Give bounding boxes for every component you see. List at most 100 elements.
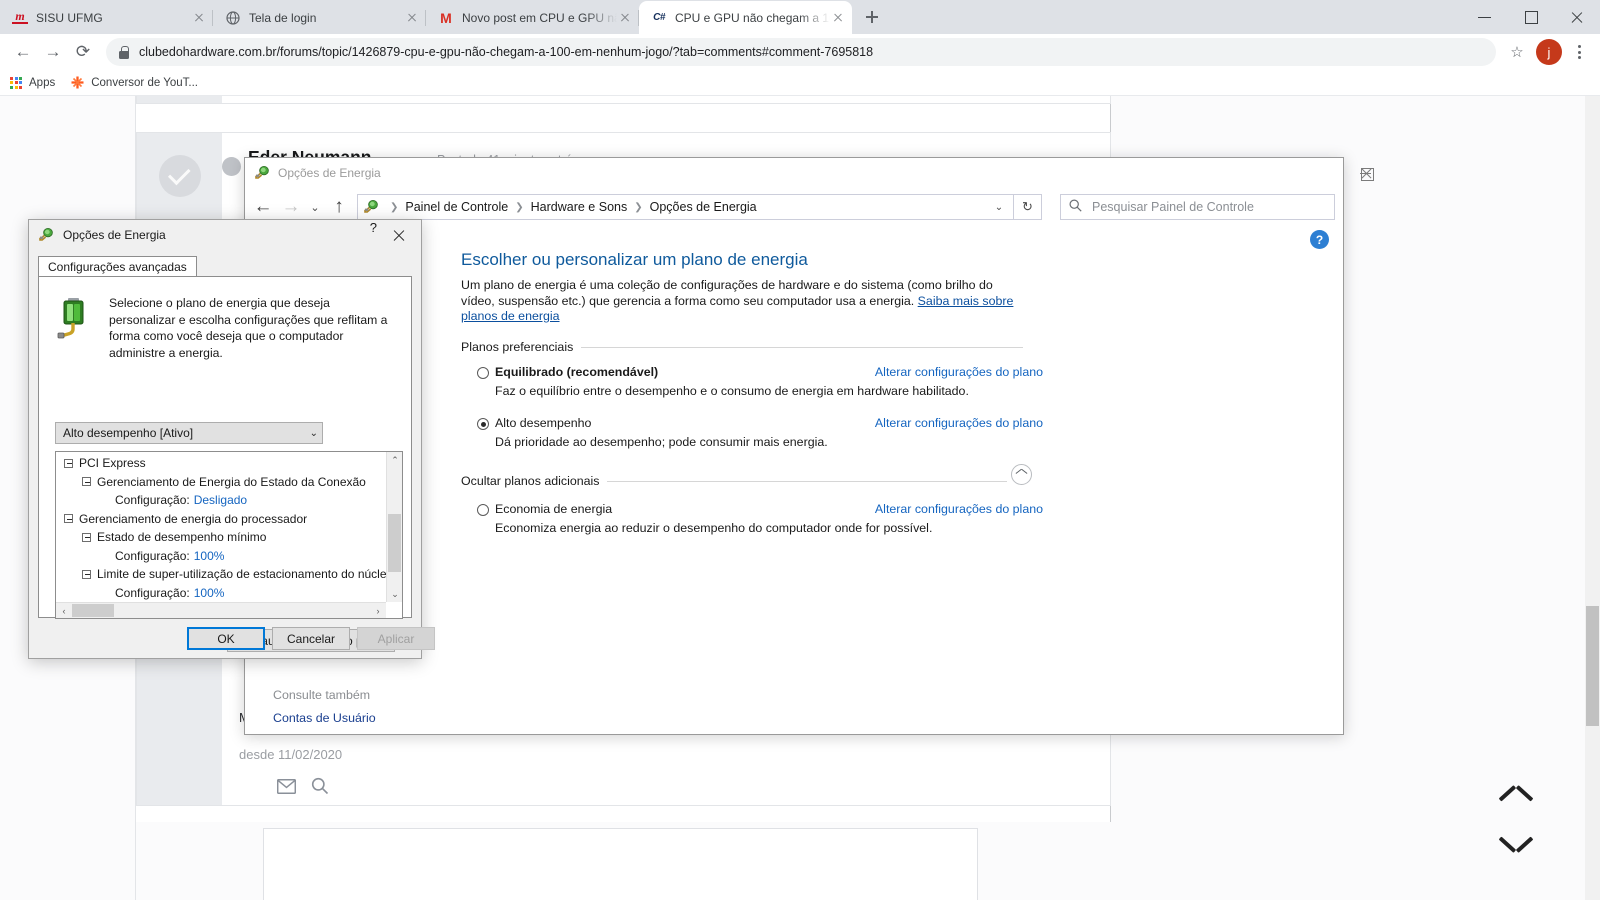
chevron-up-icon[interactable] bbox=[1500, 796, 1532, 812]
chrome-menu-icon[interactable] bbox=[1566, 45, 1592, 59]
chevron-down-icon: ⌄ bbox=[309, 427, 318, 439]
tab-strip: m SISU UFMG Tela de login M Novo post em… bbox=[0, 0, 1600, 34]
help-icon[interactable]: ? bbox=[370, 220, 377, 250]
maximize-icon[interactable] bbox=[1508, 0, 1554, 34]
change-plan-settings-link[interactable]: Alterar configurações do plano bbox=[875, 365, 1043, 379]
radio-alto-desempenho[interactable] bbox=[477, 418, 489, 430]
browser-tab-gmail[interactable]: M Novo post em CPU e GPU não ch bbox=[426, 1, 639, 34]
profile-avatar[interactable]: j bbox=[1536, 39, 1562, 65]
tree-row[interactable]: Estado de desempenho mínimo bbox=[56, 528, 386, 547]
nav-up-button[interactable]: ↑ bbox=[325, 193, 353, 221]
plan-name[interactable]: Equilibrado (recomendável) bbox=[495, 365, 658, 379]
tree-expander-minus-icon[interactable] bbox=[64, 514, 73, 524]
scroll-down-arrow-icon[interactable]: ⌄ bbox=[387, 586, 402, 602]
back-button[interactable]: ← bbox=[8, 37, 38, 67]
bookmark-conversor-youtube[interactable]: Conversor de YouT... bbox=[71, 76, 198, 89]
change-plan-settings-link[interactable]: Alterar configurações do plano bbox=[875, 416, 1043, 430]
advanced-settings-tree[interactable]: PCI Express Gerenciamento de Energia do … bbox=[55, 451, 403, 619]
tree-expander-minus-icon[interactable] bbox=[82, 569, 91, 579]
tab-close-icon[interactable] bbox=[404, 10, 420, 26]
envelope-icon[interactable] bbox=[276, 778, 297, 799]
plan-selector-dropdown[interactable]: Alto desempenho [Ativo] ⌄ bbox=[55, 422, 323, 444]
cancel-button[interactable]: Cancelar bbox=[272, 627, 350, 650]
search-input[interactable]: Pesquisar Painel de Controle bbox=[1060, 194, 1335, 220]
nav-recent-locations-button[interactable]: ⌄ bbox=[305, 193, 325, 221]
vertical-scrollbar-thumb[interactable] bbox=[388, 514, 401, 572]
see-also-link-contas-de-usuario[interactable]: Contas de Usuário bbox=[273, 711, 376, 725]
nav-back-button[interactable]: ← bbox=[249, 193, 277, 221]
browser-tab-sisu-ufmg[interactable]: m SISU UFMG bbox=[0, 1, 213, 34]
bookmark-star-icon[interactable]: ☆ bbox=[1504, 39, 1530, 65]
tree-row[interactable]: Configuração: 100% bbox=[56, 584, 386, 603]
radio-economia-de-energia[interactable] bbox=[477, 504, 489, 516]
dialog-tab-strip: Configurações avançadas bbox=[38, 256, 197, 277]
chevron-down-icon[interactable]: ⌄ bbox=[989, 202, 1009, 213]
tree-horizontal-scrollbar[interactable]: ‹ › bbox=[56, 602, 386, 618]
tree-value[interactable]: 100% bbox=[194, 549, 225, 563]
help-icon[interactable]: ? bbox=[1310, 230, 1329, 249]
tree-row[interactable]: Configuração: Desligado bbox=[56, 491, 386, 510]
breadcrumb-item-opcoes-de-energia[interactable]: Opções de Energia bbox=[650, 200, 757, 214]
search-icon[interactable] bbox=[311, 777, 329, 800]
scroll-right-arrow-icon[interactable]: › bbox=[370, 603, 386, 618]
tab-close-icon[interactable] bbox=[191, 10, 207, 26]
tree-row[interactable]: Gerenciamento de Energia do Estado da Co… bbox=[56, 473, 386, 492]
plan-name[interactable]: Economia de energia bbox=[495, 502, 612, 516]
tree-label: Configuração: bbox=[115, 585, 190, 600]
plan-name[interactable]: Alto desempenho bbox=[495, 416, 591, 430]
clubedohardware-icon: C# bbox=[653, 12, 665, 23]
tree-vertical-scrollbar[interactable]: ⌃ ⌄ bbox=[386, 452, 402, 602]
search-icon bbox=[1069, 199, 1082, 215]
tree-label: Gerenciamento de Energia do Estado da Co… bbox=[97, 474, 366, 489]
tree-row[interactable]: Limite de super-utilização de estacionam… bbox=[56, 565, 386, 584]
tree-items: PCI Express Gerenciamento de Energia do … bbox=[56, 452, 386, 602]
advanced-power-settings-dialog: Opções de Energia ? Configurações avança… bbox=[28, 219, 435, 659]
apps-grid-icon bbox=[10, 76, 22, 89]
tree-row[interactable]: PCI Express bbox=[56, 454, 386, 473]
dialog-panel: Selecione o plano de energia que deseja … bbox=[38, 276, 412, 652]
description-text: Um plano de energia é uma coleção de con… bbox=[461, 278, 993, 308]
browser-tab-clubedohardware[interactable]: C# CPU e GPU não chegam a 100% e bbox=[639, 1, 852, 34]
tree-row[interactable]: Gerenciamento de energia do processador bbox=[56, 510, 386, 529]
address-bar[interactable]: clubedohardware.com.br/forums/topic/1426… bbox=[106, 38, 1496, 66]
tree-expander-minus-icon[interactable] bbox=[82, 477, 91, 487]
page-scrollbar[interactable] bbox=[1585, 96, 1600, 900]
tab-configuracoes-avancadas[interactable]: Configurações avançadas bbox=[38, 256, 197, 277]
change-plan-settings-link[interactable]: Alterar configurações do plano bbox=[875, 502, 1043, 516]
see-also-label: Consulte também bbox=[273, 688, 371, 702]
dialog-intro-text: Selecione o plano de energia que deseja … bbox=[109, 296, 388, 360]
scroll-up-arrow-icon[interactable]: ⌃ bbox=[387, 452, 402, 468]
horizontal-scrollbar-thumb[interactable] bbox=[72, 604, 114, 617]
reply-box[interactable] bbox=[263, 828, 978, 900]
radio-equilibrado[interactable] bbox=[477, 367, 489, 379]
scroll-left-arrow-icon[interactable]: ‹ bbox=[56, 603, 72, 618]
breadcrumb-item-painel-de-controle[interactable]: Painel de Controle bbox=[405, 200, 508, 214]
tree-value[interactable]: Desligado bbox=[194, 493, 247, 507]
tree-row[interactable]: Configuração: 100% bbox=[56, 547, 386, 566]
refresh-button[interactable]: ↻ bbox=[1014, 194, 1042, 220]
tree-expander-minus-icon[interactable] bbox=[64, 458, 73, 468]
minimize-icon[interactable] bbox=[1462, 0, 1508, 34]
tree-label: Configuração: bbox=[115, 493, 190, 508]
collapse-hidden-plans-button[interactable] bbox=[1011, 464, 1032, 485]
breadcrumb-item-hardware-e-sons[interactable]: Hardware e Sons bbox=[531, 200, 628, 214]
tab-close-icon[interactable] bbox=[617, 10, 633, 26]
tab-close-icon[interactable] bbox=[830, 10, 846, 26]
bookmark-apps[interactable]: Apps bbox=[10, 76, 55, 89]
tree-value[interactable]: 100% bbox=[194, 586, 225, 600]
new-tab-button[interactable] bbox=[858, 3, 886, 31]
chevron-up-icon bbox=[1016, 471, 1027, 478]
bookmarks-bar: Apps Conversor de YouT... bbox=[0, 70, 1600, 96]
close-icon[interactable] bbox=[1554, 0, 1600, 34]
reload-button[interactable]: ⟳ bbox=[68, 37, 98, 67]
power-options-icon bbox=[364, 199, 380, 215]
tree-expander-minus-icon[interactable] bbox=[82, 532, 91, 542]
scrollbar-thumb[interactable] bbox=[1586, 606, 1599, 726]
chevron-down-icon[interactable] bbox=[1500, 834, 1532, 850]
plan-description: Economiza energia ao reduzir o desempenh… bbox=[495, 521, 933, 535]
forward-button[interactable]: → bbox=[38, 37, 68, 67]
browser-tab-tela-de-login[interactable]: Tela de login bbox=[213, 1, 426, 34]
breadcrumb[interactable]: ❯ Painel de Controle ❯ Hardware e Sons ❯… bbox=[357, 194, 1014, 220]
close-icon[interactable] bbox=[377, 220, 421, 250]
ok-button[interactable]: OK bbox=[187, 627, 265, 650]
